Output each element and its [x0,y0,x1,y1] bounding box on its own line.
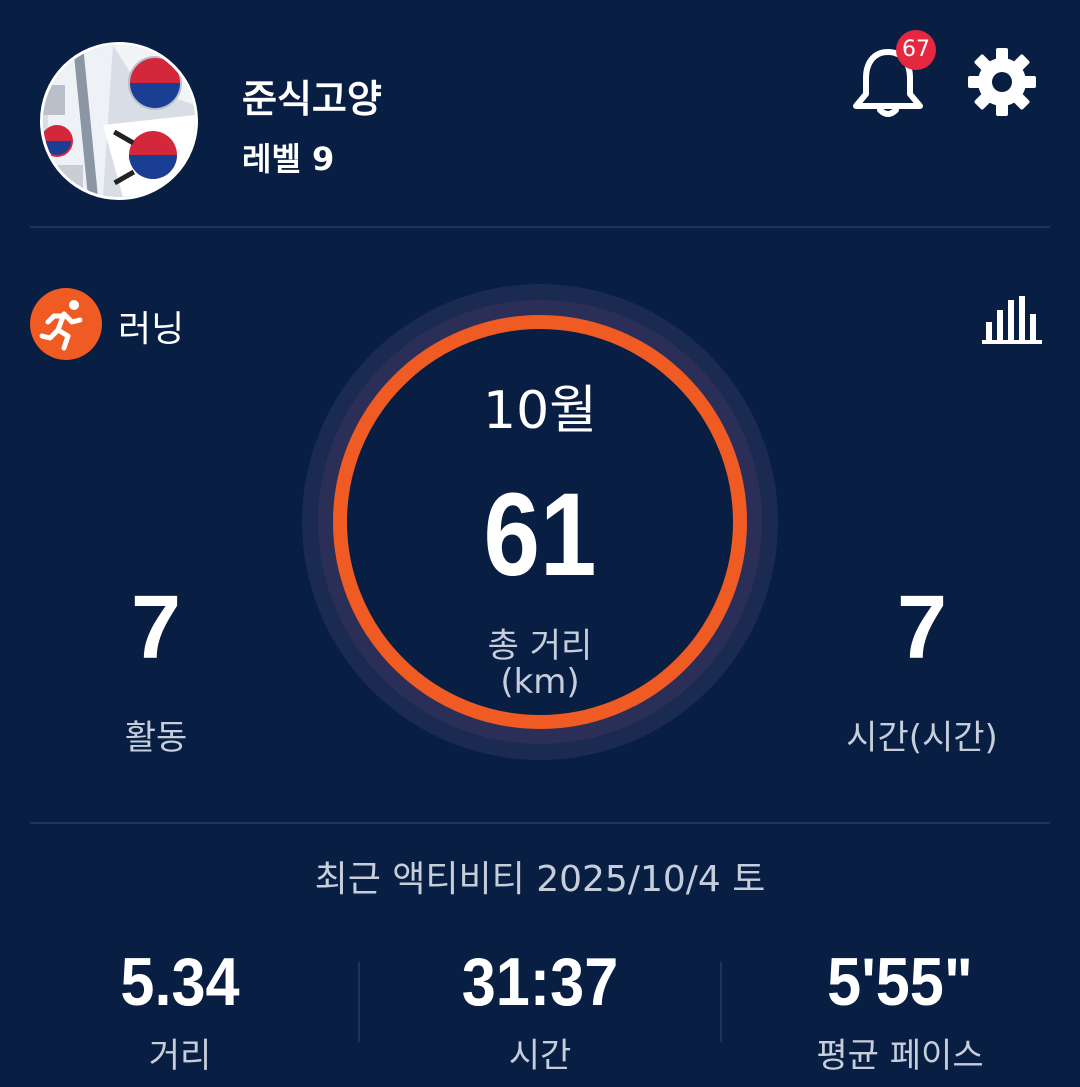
recent-distance-value: 5.34 [120,944,240,1020]
activities-count: 7 [130,578,182,678]
user-level: 레벨 9 [242,140,335,178]
header-divider [30,226,1050,228]
activity-type-label: 러닝 [118,309,185,350]
statistics-button[interactable] [980,292,1046,348]
korean-flag-avatar-image [43,45,195,197]
running-person-icon [39,300,83,351]
settings-button[interactable] [966,46,1038,118]
recent-time-label: 시간 [508,1036,572,1076]
bar-chart-icon [982,296,1042,344]
total-distance-label: 총 거리 [487,626,593,666]
activities-label: 활동 [124,718,188,758]
summary-divider [30,822,1050,824]
notification-badge: 67 [896,30,936,70]
recent-distance-label: 거리 [148,1036,212,1076]
month-label: 10월 [482,381,597,441]
gear-icon [968,48,1036,116]
recent-activity-title[interactable]: 최근 액티비티 2025/10/4 토 [0,850,1080,902]
recent-pace-label: 평균 페이스 [816,1036,984,1076]
hours-count: 7 [896,578,948,678]
stat-separator [720,962,722,1042]
total-distance-unit: (km) [500,662,580,702]
recent-time-value: 31:37 [461,944,619,1020]
total-distance-value: 61 [483,469,597,601]
activity-type-button[interactable] [30,288,102,360]
avatar[interactable] [40,42,198,200]
username: 준식고양 [242,77,382,121]
stat-separator [358,962,360,1042]
recent-pace-value: 5'55" [827,944,973,1020]
hours-label: 시간(시간) [846,718,998,758]
